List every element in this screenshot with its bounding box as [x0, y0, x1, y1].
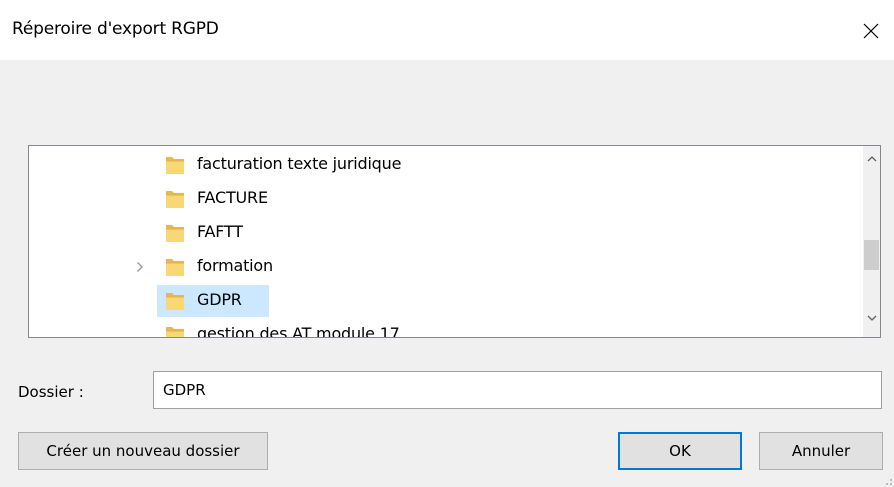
ok-button[interactable]: OK [618, 432, 742, 470]
folder-label: Dossier : [18, 383, 84, 401]
folder-icon [163, 289, 187, 313]
title-bar: Réperoire d'export RGPD [0, 0, 894, 60]
close-button[interactable] [848, 8, 894, 54]
scroll-up-button[interactable] [863, 150, 880, 167]
dialog-title: Réperoire d'export RGPD [12, 19, 219, 39]
folder-icon [163, 187, 187, 211]
close-icon [863, 23, 879, 39]
tree-item-label: gestion des AT module 17 [197, 324, 400, 338]
expand-arrow-icon[interactable] [133, 260, 147, 274]
tree-item[interactable]: FACTURE [29, 183, 859, 215]
vertical-scrollbar[interactable] [863, 146, 880, 337]
tree-item-label: FACTURE [197, 188, 268, 207]
tree-item[interactable]: FAFTT [29, 217, 859, 249]
scroll-thumb[interactable] [864, 240, 879, 270]
tree-item-label: facturation texte juridique [197, 154, 402, 173]
new-folder-button[interactable]: Créer un nouveau dossier [18, 432, 268, 470]
tree-item[interactable]: formation [29, 251, 859, 283]
tree-item-label: formation [197, 256, 273, 275]
folder-icon [163, 153, 187, 177]
tree-item-label: FAFTT [197, 222, 243, 241]
tree-item-label: GDPR [197, 290, 242, 309]
folder-input[interactable] [153, 371, 882, 409]
tree-item[interactable]: facturation texte juridique [29, 149, 859, 181]
resize-grip-icon[interactable] [882, 475, 892, 485]
folder-icon [163, 221, 187, 245]
folder-label-text: Dossier : [18, 383, 84, 401]
tree-item[interactable]: gestion des AT module 17 [29, 319, 859, 338]
chevron-up-icon [867, 155, 876, 161]
scroll-down-button[interactable] [863, 309, 880, 326]
folder-icon [163, 323, 187, 337]
folder-tree[interactable]: gestion des AT module 17 GDPR formation FAF… [28, 145, 881, 338]
tree-item[interactable]: GDPR [29, 285, 859, 317]
folder-icon [163, 255, 187, 279]
cancel-button[interactable]: Annuler [759, 432, 883, 470]
chevron-down-icon [867, 315, 876, 321]
